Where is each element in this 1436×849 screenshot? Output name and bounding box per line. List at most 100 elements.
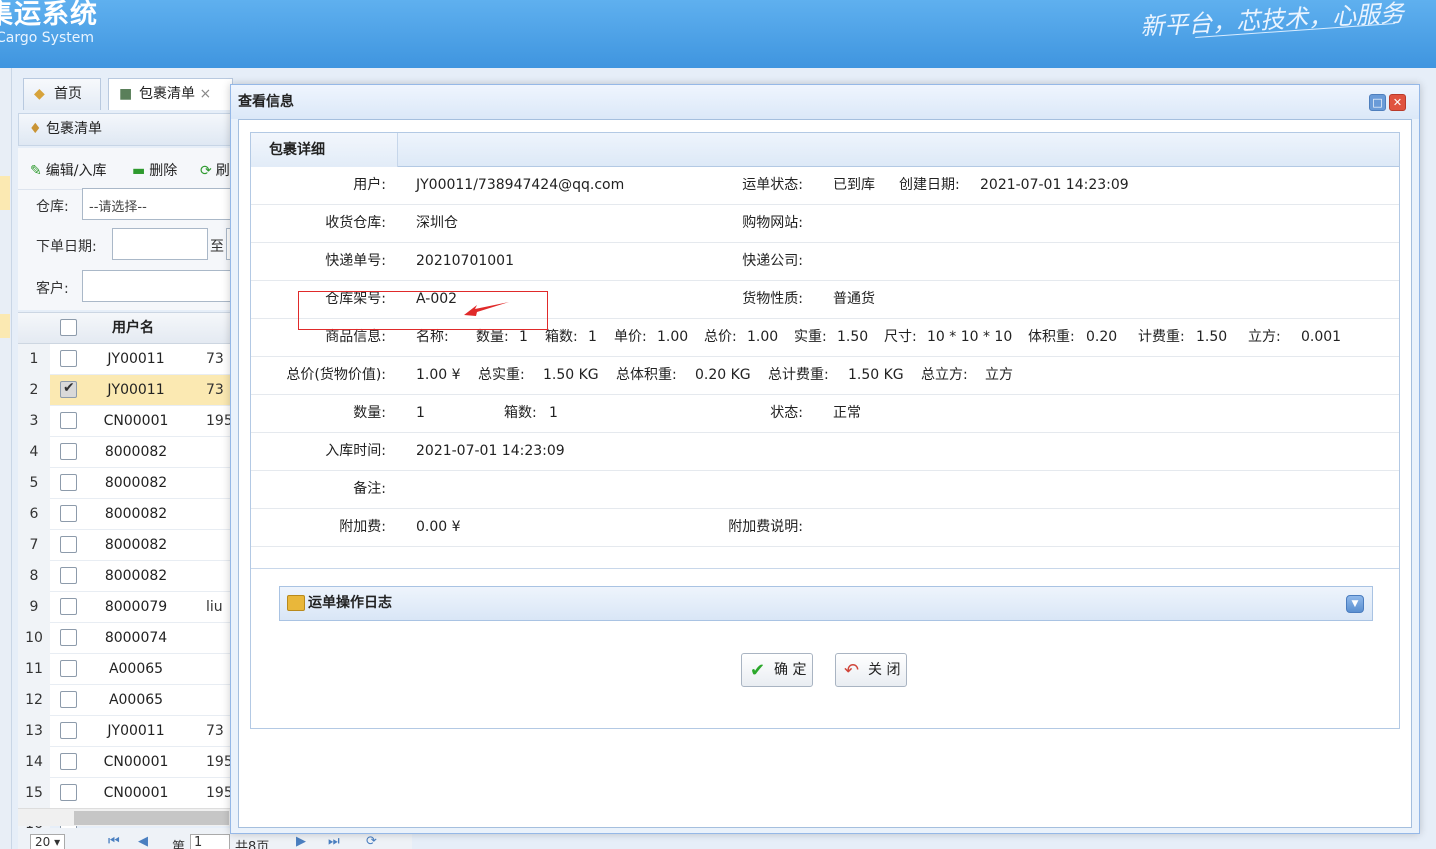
row-username: 8000082 bbox=[104, 506, 168, 522]
expand-chevron-icon[interactable]: ▼ bbox=[1346, 595, 1364, 613]
row-extra: 73 bbox=[206, 351, 224, 367]
last-page-icon[interactable]: ⏭ bbox=[328, 834, 340, 849]
goods-charge: 1.50 bbox=[1196, 329, 1228, 345]
detail-row-fee: 附加费: 0.00 ¥ 附加费说明: bbox=[251, 509, 1399, 547]
row-checkbox[interactable] bbox=[60, 598, 77, 615]
table-row[interactable]: 3 CN00001 195 bbox=[18, 406, 233, 437]
close-icon[interactable]: ✕ bbox=[1389, 94, 1406, 111]
detail-row-user: 用户: JY00011/738947424@qq.com 运单状态: 已到库 创… bbox=[251, 167, 1399, 205]
delete-button[interactable]: ▬ 删除 bbox=[132, 160, 177, 180]
table-row[interactable]: 8 8000082 bbox=[18, 561, 233, 592]
grid-horizontal-scrollbar[interactable] bbox=[18, 808, 233, 826]
row-username: CN00001 bbox=[103, 413, 169, 429]
reload-icon[interactable]: ⟳ bbox=[366, 834, 377, 849]
maximize-icon[interactable]: □ bbox=[1369, 94, 1386, 111]
sum-vol-label: 总体积重: bbox=[616, 367, 677, 383]
first-page-icon[interactable]: ⏮ bbox=[108, 834, 120, 849]
row-extra: 195 bbox=[206, 785, 233, 801]
pencil-icon: ✎ bbox=[30, 163, 42, 179]
table-row[interactable]: 7 8000082 bbox=[18, 530, 233, 561]
table-row[interactable]: 11 A00065 bbox=[18, 654, 233, 685]
table-row[interactable]: 6 8000082 bbox=[18, 499, 233, 530]
tab-package-label: 包裹清单 bbox=[139, 86, 195, 102]
detail-row-quantity: 数量: 1 箱数: 1 状态: 正常 bbox=[251, 395, 1399, 433]
table-row[interactable]: 2 JY00011 73 bbox=[18, 375, 233, 406]
row-checkbox[interactable] bbox=[60, 412, 77, 429]
table-row[interactable]: 9 8000079 liu bbox=[18, 592, 233, 623]
prev-page-icon[interactable]: ◀ bbox=[138, 834, 148, 849]
row-username: 8000079 bbox=[104, 599, 168, 615]
table-row[interactable]: 15 CN00001 195 bbox=[18, 778, 233, 809]
detail-row-express: 快递单号: 20210701001 快递公司: bbox=[251, 243, 1399, 281]
row-number: 7 bbox=[18, 530, 50, 561]
date-from-input[interactable] bbox=[112, 228, 208, 260]
warehouse-select[interactable]: --请选择-- bbox=[82, 188, 242, 220]
sum-weight-label: 总实重: bbox=[478, 367, 525, 383]
row-username: 8000082 bbox=[104, 537, 168, 553]
dialog-body: 包裹详细 用户: JY00011/738947424@qq.com 运单状态: … bbox=[238, 119, 1412, 828]
goods-nature-label: 货物性质: bbox=[742, 291, 803, 307]
sum-charge-label: 总计费重: bbox=[768, 367, 829, 383]
row-checkbox[interactable] bbox=[60, 443, 77, 460]
row-checkbox[interactable] bbox=[60, 536, 77, 553]
row-checkbox[interactable] bbox=[60, 660, 77, 677]
select-all-checkbox[interactable] bbox=[60, 319, 77, 336]
row-checkbox[interactable] bbox=[60, 380, 77, 398]
refresh-icon: ⟳ bbox=[200, 163, 212, 179]
row-checkbox[interactable] bbox=[60, 753, 77, 770]
refresh-button[interactable]: ⟳ 刷 bbox=[200, 160, 230, 180]
row-checkbox[interactable] bbox=[60, 350, 77, 367]
operation-log-title: 运单操作日志 bbox=[308, 595, 392, 611]
edit-button[interactable]: ✎ 编辑/入库 bbox=[30, 160, 106, 180]
tab-package-list[interactable]: ■ 包裹清单 × bbox=[108, 78, 233, 110]
panel-title: ♦ 包裹清单 bbox=[18, 113, 233, 146]
toolbar: ✎ 编辑/入库 ▬ 删除 ⟳ 刷 bbox=[18, 148, 233, 190]
tab-home[interactable]: ◆ 首页 bbox=[23, 78, 101, 110]
customer-input[interactable] bbox=[82, 270, 242, 302]
row-checkbox[interactable] bbox=[60, 567, 77, 584]
package-detail-header: 包裹详细 bbox=[251, 133, 1399, 167]
row-number: 10 bbox=[18, 623, 50, 654]
close-button[interactable]: ↶ 关 闭 bbox=[835, 653, 907, 687]
close-label: 关 闭 bbox=[868, 662, 901, 678]
truck-icon: ■ bbox=[119, 86, 133, 102]
table-row[interactable]: 4 8000082 bbox=[18, 437, 233, 468]
goods-boxes: 1 bbox=[588, 329, 597, 345]
table-row[interactable]: 5 8000082 bbox=[18, 468, 233, 499]
table-row[interactable]: 12 A00065 bbox=[18, 685, 233, 716]
boxes-value: 1 bbox=[549, 405, 558, 421]
row-checkbox[interactable] bbox=[60, 629, 77, 646]
page-size-select[interactable]: 20 ▾ bbox=[30, 834, 66, 849]
confirm-label: 确 定 bbox=[774, 662, 807, 678]
page-input[interactable]: 1 bbox=[190, 834, 230, 849]
tab-close-icon[interactable]: × bbox=[199, 86, 211, 102]
next-page-icon[interactable]: ▶ bbox=[296, 834, 306, 849]
sum-vol: 0.20 KG bbox=[695, 367, 751, 383]
detail-row-summary: 总价(货物价值): 1.00 ¥ 总实重: 1.50 KG 总体积重: 0.20… bbox=[251, 357, 1399, 395]
slogan: 新平台，芯技术，心服务 bbox=[1139, 0, 1405, 41]
goods-size: 10 * 10 * 10 bbox=[927, 329, 1013, 345]
row-checkbox[interactable] bbox=[60, 784, 77, 801]
table-row[interactable]: 1 JY00011 73 bbox=[18, 344, 233, 375]
filter-panel: 仓库: --请选择-- 下单日期: 至 客户: bbox=[18, 188, 246, 310]
table-row[interactable]: 13 JY00011 73 bbox=[18, 716, 233, 747]
row-checkbox[interactable] bbox=[60, 505, 77, 522]
row-checkbox[interactable] bbox=[60, 474, 77, 491]
confirm-button[interactable]: ✔ 确 定 bbox=[741, 653, 813, 687]
row-number: 12 bbox=[18, 685, 50, 716]
operation-log-panel[interactable]: 运单操作日志 ▼ bbox=[279, 586, 1373, 621]
table-row[interactable]: 10 8000074 bbox=[18, 623, 233, 654]
minus-icon: ▬ bbox=[132, 163, 146, 179]
row-checkbox[interactable] bbox=[60, 691, 77, 708]
goods-charge-label: 计费重: bbox=[1138, 329, 1185, 345]
user-label: 用户: bbox=[353, 177, 386, 193]
express-company-label: 快递公司: bbox=[742, 253, 803, 269]
row-number: 2 bbox=[18, 375, 50, 406]
tab-bar: ◆ 首页 ■ 包裹清单 × bbox=[18, 76, 233, 112]
delete-label: 删除 bbox=[149, 163, 178, 179]
remark-label: 备注: bbox=[353, 481, 386, 497]
row-checkbox[interactable] bbox=[60, 722, 77, 739]
table-row[interactable]: 14 CN00001 195 bbox=[18, 747, 233, 778]
column-username[interactable]: 用户名 bbox=[86, 313, 186, 343]
row-extra: 73 bbox=[206, 382, 224, 398]
